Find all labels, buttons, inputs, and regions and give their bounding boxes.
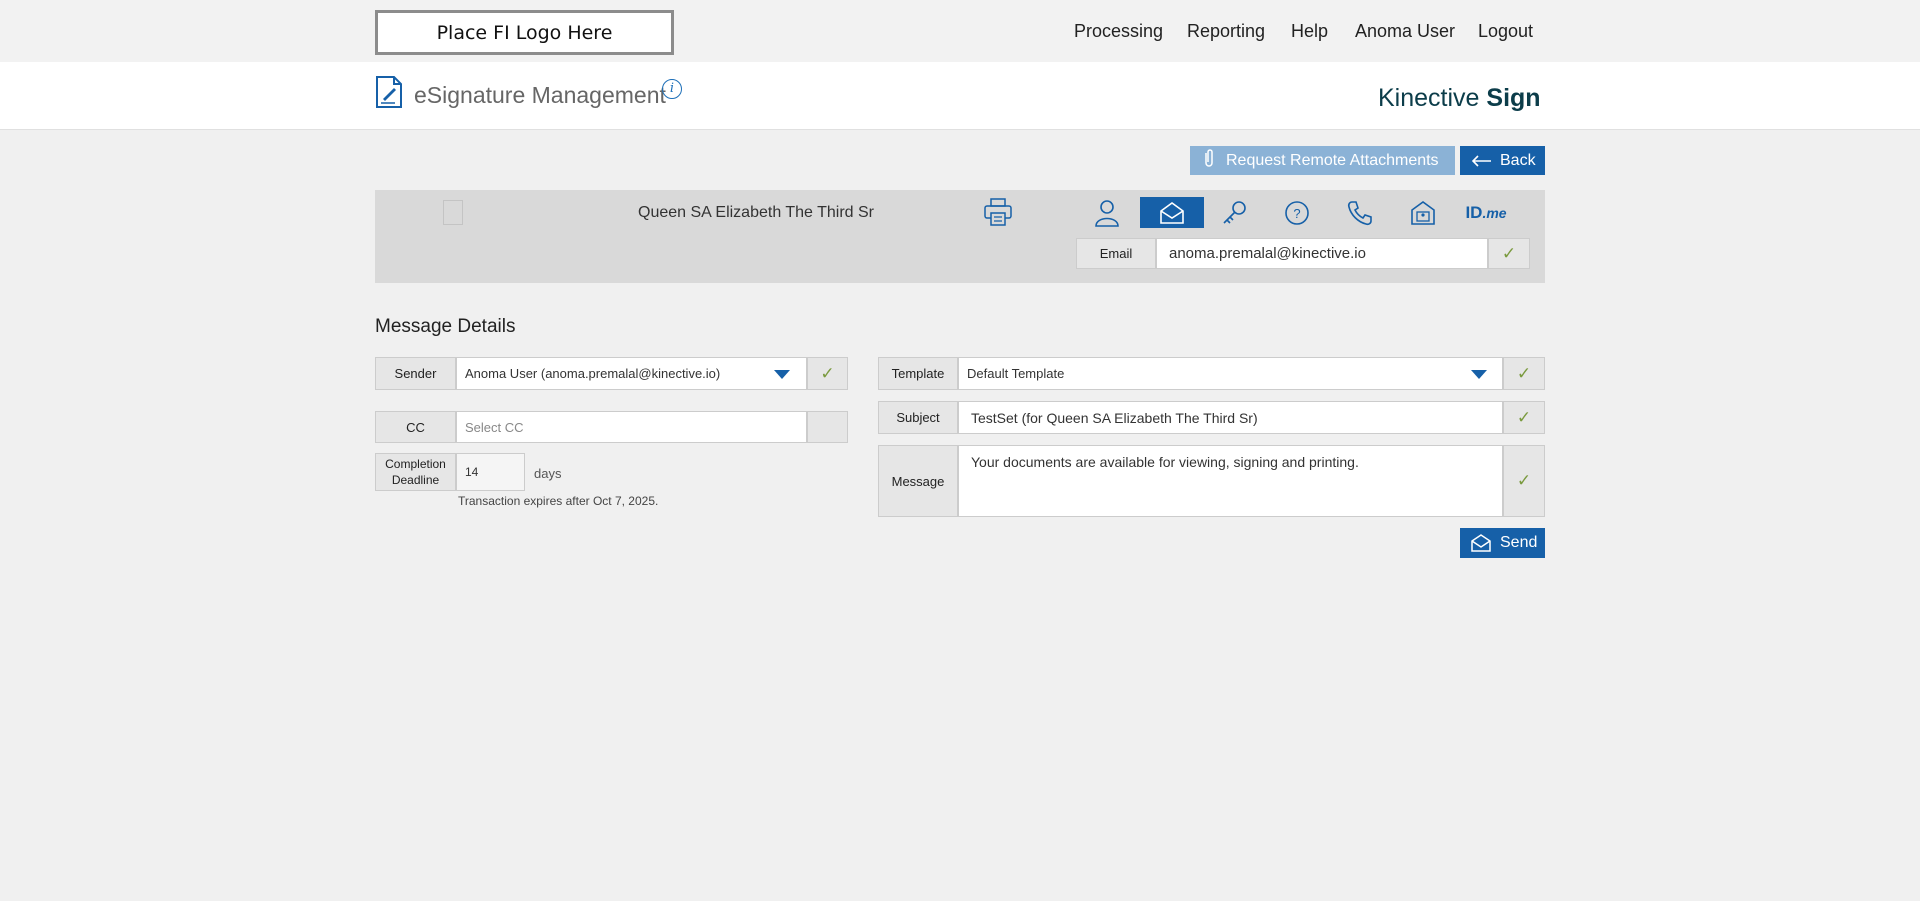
subject-field[interactable]: TestSet (for Queen SA Elizabeth The Thir…	[958, 401, 1503, 434]
fi-logo-placeholder: Place FI Logo Here	[375, 10, 674, 55]
subject-check-icon: ✓	[1503, 401, 1545, 434]
cc-check-placeholder	[807, 411, 848, 443]
question-shield-icon[interactable]: ?	[1265, 197, 1329, 228]
back-label: Back	[1500, 151, 1536, 169]
message-details-title: Message Details	[375, 316, 516, 337]
nav-reporting[interactable]: Reporting	[1187, 21, 1265, 45]
sender-select[interactable]: Anoma User (anoma.premalal@kinective.io)	[456, 357, 807, 390]
idme-icon[interactable]: ID.me	[1454, 197, 1518, 228]
back-button[interactable]: Back	[1460, 146, 1545, 175]
info-icon[interactable]: i	[662, 79, 682, 99]
send-email-icon	[1471, 534, 1491, 552]
completion-deadline-label: Completion Deadline	[375, 453, 456, 491]
message-label: Message	[878, 445, 958, 517]
message-check-icon: ✓	[1503, 445, 1545, 517]
page-title: eSignature Management	[414, 82, 666, 108]
sender-check-icon: ✓	[807, 357, 848, 390]
brand-logo: Kinective Sign	[1378, 84, 1541, 112]
template-check-icon: ✓	[1503, 357, 1545, 390]
id-card-icon[interactable]	[1391, 197, 1455, 228]
document-icon	[443, 200, 463, 225]
send-button[interactable]: Send	[1460, 528, 1545, 558]
chevron-down-icon[interactable]	[1471, 370, 1487, 379]
message-textarea[interactable]: Your documents are available for viewing…	[958, 445, 1503, 517]
signer-name: Queen SA Elizabeth The Third Sr	[638, 204, 874, 221]
nav-user[interactable]: Anoma User	[1355, 21, 1455, 45]
send-label: Send	[1500, 534, 1538, 551]
email-check-icon: ✓	[1488, 238, 1530, 269]
template-value: Default Template	[967, 366, 1065, 381]
template-label: Template	[878, 357, 958, 390]
arrow-left-icon	[1471, 154, 1491, 167]
email-label: Email	[1076, 238, 1156, 269]
request-remote-attachments-label: Request Remote Attachments	[1226, 151, 1439, 169]
nav-processing[interactable]: Processing	[1074, 21, 1163, 45]
sender-label: Sender	[375, 357, 456, 390]
template-select[interactable]: Default Template	[958, 357, 1503, 390]
key-icon[interactable]	[1203, 197, 1267, 228]
page-header: eSignature Management i Kinective Sign	[0, 62, 1920, 130]
phone-icon[interactable]	[1328, 197, 1392, 228]
cc-placeholder: Select CC	[465, 419, 524, 435]
document-sign-icon	[376, 76, 402, 108]
printer-icon[interactable]	[983, 198, 1013, 226]
person-icon[interactable]	[1075, 197, 1139, 228]
nav-logout[interactable]: Logout	[1478, 21, 1533, 45]
svg-text:?: ?	[1293, 206, 1300, 221]
paperclip-icon	[1192, 148, 1226, 173]
chevron-down-icon[interactable]	[774, 370, 790, 379]
subject-label: Subject	[878, 401, 958, 434]
sender-value: Anoma User (anoma.premalal@kinective.io)	[465, 366, 721, 381]
cc-label: CC	[375, 411, 456, 443]
email-field[interactable]: anoma.premalal@kinective.io	[1156, 238, 1488, 269]
cc-select[interactable]: Select CC	[456, 411, 807, 443]
deadline-days-input[interactable]: 14	[456, 453, 525, 491]
email-icon[interactable]	[1140, 197, 1204, 228]
request-remote-attachments-button[interactable]: Request Remote Attachments	[1190, 146, 1455, 175]
deadline-unit: days	[534, 466, 562, 481]
expires-text: Transaction expires after Oct 7, 2025.	[458, 494, 659, 508]
nav-help[interactable]: Help	[1291, 21, 1328, 45]
top-bar: Place FI Logo Here Processing Reporting …	[0, 0, 1920, 62]
signer-panel: Queen SA Elizabeth The Third Sr ? ID.me …	[375, 190, 1545, 283]
